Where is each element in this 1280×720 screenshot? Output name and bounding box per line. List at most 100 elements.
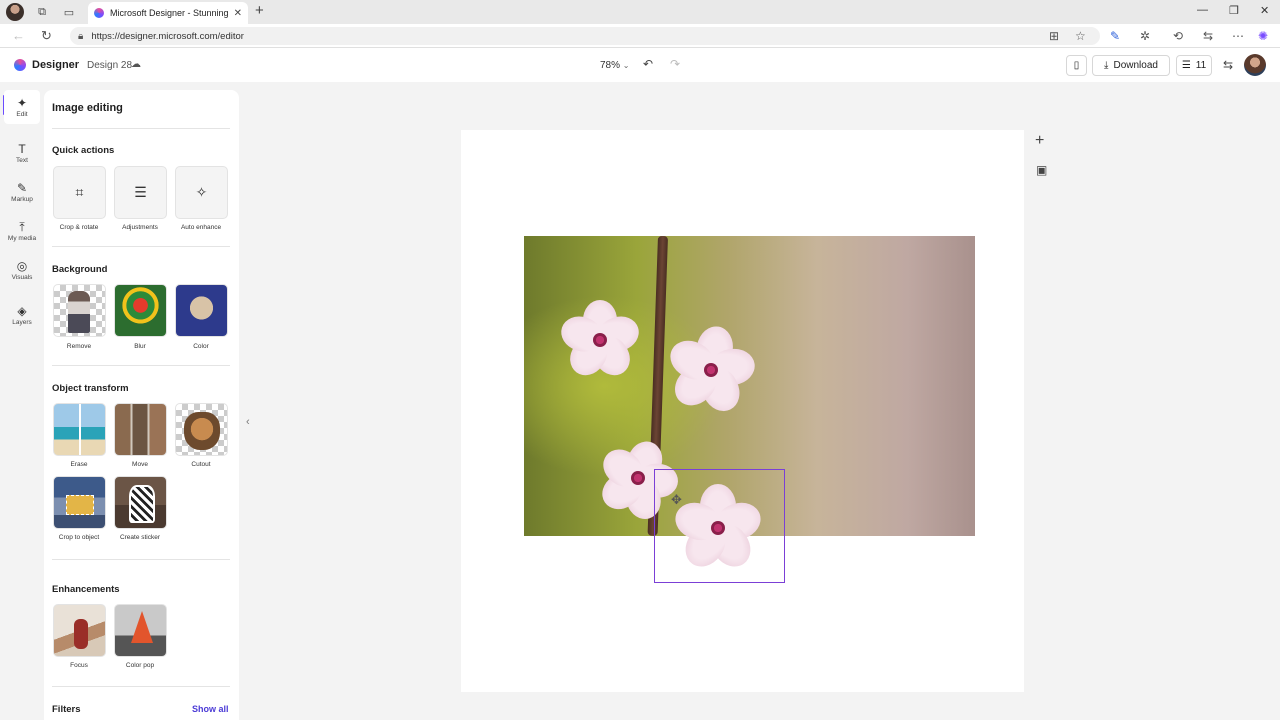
tile-label: Cutout (191, 461, 211, 468)
move-tile[interactable] (114, 403, 167, 456)
rail-item-edit[interactable]: ✦ Edit (4, 90, 40, 124)
tile-label: Remove (66, 343, 92, 350)
background-title: Background (52, 264, 108, 275)
extension-pen-icon[interactable]: ✎ (1110, 29, 1120, 43)
shapes-icon: ◎ (16, 258, 28, 273)
lock-icon: 🔒︎ (78, 30, 84, 42)
favorite-star-icon[interactable]: ☆ (1075, 29, 1086, 43)
redo-icon[interactable]: ↷ (670, 57, 680, 71)
erase-tile[interactable] (53, 403, 106, 456)
extensions-icon[interactable]: ✲ (1140, 29, 1150, 43)
remove-background-tile[interactable] (53, 284, 106, 337)
auto-enhance-button[interactable]: ✧ (175, 166, 228, 219)
zoom-dropdown[interactable]: 78% ⌄ (600, 60, 630, 71)
divider (52, 686, 230, 687)
add-page-icon[interactable]: + (1035, 132, 1044, 150)
color-background-tile[interactable] (175, 284, 228, 337)
minimize-icon[interactable]: — (1197, 4, 1208, 16)
selection-box[interactable] (654, 469, 785, 583)
show-all-link[interactable]: Show all (192, 704, 229, 714)
tile-label: Crop to object (58, 534, 100, 541)
focus-tile[interactable] (53, 604, 106, 657)
cat-thumbnail (184, 412, 220, 450)
tile-label: Crop & rotate (59, 224, 99, 231)
more-options-icon[interactable]: ⋯ (1232, 29, 1244, 43)
user-avatar[interactable] (1244, 54, 1266, 76)
rail-item-markup[interactable]: ✎ Markup (4, 175, 40, 209)
rail-item-text[interactable]: T Text (4, 136, 40, 170)
quick-actions-title: Quick actions (52, 145, 115, 156)
crop-icon: ⌗ (75, 184, 84, 200)
magic-wand-icon: ✧ (195, 184, 208, 200)
player-thumbnail (74, 619, 88, 649)
tile-label: Focus (70, 662, 88, 669)
download-button[interactable]: ⤓ Download (1092, 55, 1170, 76)
back-icon[interactable]: ← (12, 28, 25, 43)
download-icon: ⤓ (1104, 60, 1109, 71)
person-thumbnail (68, 291, 90, 333)
workspaces-icon[interactable]: ⧉ (34, 4, 50, 20)
app-header: Designer Design 28 ☁ 78% ⌄ ↶ ↷ ▯ ⤓ Downl… (0, 48, 1280, 82)
color-pop-tile[interactable] (114, 604, 167, 657)
adjustments-button[interactable]: ☰ (114, 166, 167, 219)
url-field[interactable]: 🔒︎ https://designer.microsoft.com/editor (70, 27, 1100, 45)
filters-title: Filters (52, 704, 81, 715)
share-icon[interactable]: ⇆ (1223, 58, 1233, 72)
panel-title: Image editing (52, 102, 123, 114)
rail-item-layers[interactable]: ◈ Layers (4, 298, 40, 332)
pen-icon: ✎ (16, 180, 28, 195)
tile-label: Color (193, 343, 209, 350)
collapse-panel-icon[interactable]: ‹ (246, 416, 250, 428)
page-icon: ▯ (1073, 60, 1080, 71)
rail-label: My media (7, 234, 37, 242)
rail-label: Text (16, 156, 28, 164)
designer-favicon-icon (94, 8, 104, 18)
refresh-icon[interactable]: ↻ (41, 28, 52, 44)
close-tab-icon[interactable]: ✕ (234, 8, 242, 19)
undo-icon[interactable]: ↶ (643, 57, 653, 71)
move-handle-icon[interactable]: ✥ (671, 492, 682, 508)
tile-label: Blur (134, 343, 146, 350)
rail-label: Markup (11, 195, 33, 203)
brand-name: Designer (32, 59, 80, 71)
divider (52, 246, 230, 247)
create-sticker-tile[interactable] (114, 476, 167, 529)
upload-icon: ⤒ (19, 219, 25, 234)
crop-to-object-tile[interactable] (53, 476, 106, 529)
browser-tab[interactable]: Microsoft Designer - Stunning de ✕ (88, 2, 248, 24)
copilot-icon[interactable]: ✺ (1258, 29, 1268, 43)
tile-label: Color pop (125, 662, 155, 669)
chevron-down-icon: ⌄ (622, 61, 630, 70)
image-editing-panel: Image editing Quick actions ⌗ Crop & rot… (44, 90, 239, 720)
tile-label: Create sticker (119, 534, 161, 541)
layers-icon: ◈ (17, 303, 27, 318)
tab-actions-icon[interactable]: ▭ (61, 4, 77, 20)
divider (52, 559, 230, 560)
designer-logo-icon (14, 59, 26, 71)
crop-rotate-button[interactable]: ⌗ (53, 166, 106, 219)
rail-item-my-media[interactable]: ⤒ My media (4, 214, 40, 248)
restore-icon[interactable]: ❐ (1229, 4, 1239, 17)
browser-share-icon[interactable]: ⇆ (1203, 29, 1213, 43)
page-options-icon[interactable]: ▣ (1036, 163, 1047, 177)
browser-address-bar: ← ↻ 🔒︎ https://designer.microsoft.com/ed… (0, 24, 1280, 48)
design-title[interactable]: Design 28 (87, 60, 132, 71)
layers-count-button[interactable]: ☰ 11 (1176, 55, 1212, 76)
browser-profile-icon[interactable] (6, 3, 24, 21)
zoom-value: 78% (600, 60, 621, 71)
rail-item-visuals[interactable]: ◎ Visuals (4, 253, 40, 287)
app-available-icon[interactable]: ⊞ (1049, 29, 1059, 43)
blur-background-tile[interactable] (114, 284, 167, 337)
page-size-button[interactable]: ▯ (1066, 55, 1087, 76)
history-icon[interactable]: ⟲ (1173, 29, 1183, 43)
tab-title: Microsoft Designer - Stunning de (110, 8, 228, 18)
blossom (556, 300, 644, 383)
tile-label: Auto enhance (180, 224, 222, 231)
close-window-icon[interactable]: ✕ (1260, 4, 1269, 17)
cutout-tile[interactable] (175, 403, 228, 456)
new-tab-button[interactable]: + (255, 2, 264, 19)
blossom (660, 320, 760, 420)
enhancements-title: Enhancements (52, 584, 120, 595)
rail-label: Visuals (11, 273, 33, 281)
tile-label: Erase (70, 461, 88, 468)
